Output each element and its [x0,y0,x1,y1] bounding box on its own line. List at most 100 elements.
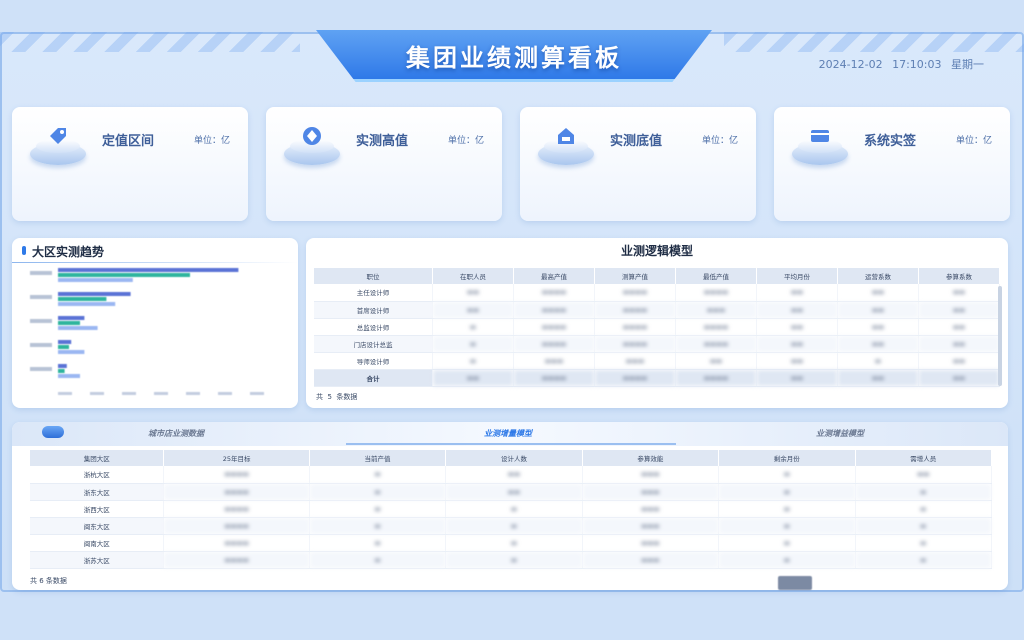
column-header[interactable]: 平均月份 [756,268,838,284]
masked-cell: ▬▬▬▬ [594,335,676,353]
table-row[interactable]: 浙杭大区 ▬▬▬▬ ▬ ▬▬ ▬▬▬ ▬ ▬▬ [30,466,992,484]
axis-tick-label [218,392,232,395]
column-header[interactable]: 最高产值 [513,268,595,284]
card-icon [808,125,832,147]
bar [58,321,80,325]
table-row[interactable]: 浙东大区 ▬▬▬▬ ▬ ▬▬ ▬▬▬ ▬ ▬ [30,483,992,501]
masked-cell: ▬▬▬ [582,466,720,484]
kpi-card-signed: 系统实签 单位：亿 [774,107,1010,221]
tag-icon [46,125,70,147]
masked-cell: ▬▬▬▬ [513,318,595,336]
role-cell: 总监设计师 [314,318,433,336]
bar [58,340,72,344]
date-text: 2024-12-02 [818,58,883,71]
column-header[interactable]: 25年目标 [163,450,310,466]
kpi-pedestal [792,130,848,167]
tab-increment-model[interactable]: 业测增量模型 [484,428,532,439]
table-row[interactable]: 闽东大区 ▬▬▬▬ ▬ ▬ ▬▬▬ ▬ ▬ [30,517,992,535]
masked-cell: ▬▬ [855,466,992,484]
pill-icon [42,426,64,438]
column-header[interactable]: 在职人员 [432,268,514,284]
column-header[interactable]: 参算系数 [918,268,1000,284]
column-header[interactable]: 剩余月份 [718,450,856,466]
column-header[interactable]: 设计人数 [445,450,583,466]
column-header[interactable]: 测算产值 [594,268,676,284]
masked-cell: ▬▬ [432,284,514,302]
masked-cell: ▬ [445,534,583,552]
total-row: 合计 ▬▬ ▬▬▬▬ ▬▬▬▬ ▬▬▬▬ ▬▬ ▬▬ ▬▬ [314,369,1000,387]
bar [58,369,65,373]
vertical-scrollbar[interactable] [998,286,1002,386]
masked-cell: ▬▬▬ [582,517,720,535]
logic-model-table: 职位 在职人员 最高产值 测算产值 最低产值 平均月份 运营系数 参算系数 主任… [314,268,1000,387]
tab-city-store-data[interactable]: 城市店业测数据 [148,428,204,439]
masked-cell: ▬▬ [918,352,1000,370]
axis-tick-label [90,392,104,395]
table-row[interactable]: 总监设计师 ▬ ▬▬▬▬ ▬▬▬▬ ▬▬▬▬ ▬▬ ▬▬ ▬▬ [314,318,1000,336]
bar [58,297,107,301]
pagination-button[interactable] [778,576,812,590]
bar [58,302,116,306]
masked-cell: ▬▬▬▬ [675,284,757,302]
datetime-display: 2024-12-02 17:10:03 星期一 [813,56,984,72]
column-header[interactable]: 需增人员 [855,450,992,466]
masked-cell: ▬▬ [756,335,838,353]
table-row[interactable]: 导师设计师 ▬ ▬▬▬ ▬▬▬ ▬▬ ▬▬ ▬ ▬▬ [314,352,1000,370]
kpi-label: 实测底值 [610,134,663,149]
column-header[interactable]: 职位 [314,268,433,284]
masked-cell: ▬ [855,534,992,552]
axis-tick-label [58,392,72,395]
masked-cell: ▬ [445,500,583,518]
masked-cell: ▬▬ [918,318,1000,336]
axis-tick-label [154,392,168,395]
masked-cell: ▬▬▬▬ [163,466,310,484]
table-row[interactable]: 首席设计师 ▬▬ ▬▬▬▬ ▬▬▬▬ ▬▬▬ ▬▬ ▬▬ ▬▬ [314,301,1000,319]
masked-cell: ▬▬ [837,318,919,336]
masked-cell: ▬▬ [445,466,583,484]
kpi-unit: 单位：亿 [193,136,230,146]
masked-cell: ▬ [309,517,447,535]
bar [58,268,239,272]
masked-cell: ▬ [432,335,514,353]
table-row[interactable]: 浙西大区 ▬▬▬▬ ▬ ▬ ▬▬▬ ▬ ▬ [30,500,992,518]
column-header[interactable]: 最低产值 [675,268,757,284]
row-count: 共 6 条数据 [30,577,67,585]
masked-cell: ▬ [855,551,992,569]
masked-cell: ▬▬ [837,369,919,387]
header-stripe-right [724,32,1024,52]
column-header[interactable]: 当前产值 [309,450,447,466]
table-row[interactable]: 浙苏大区 ▬▬▬▬ ▬ ▬ ▬▬▬ ▬ ▬ [30,551,992,569]
category-tick-label [30,295,52,299]
kpi-unit: 单位：亿 [701,136,738,146]
kpi-label: 实测高值 [356,134,409,149]
count-prefix: 共 [316,393,323,401]
region-cell: 浙西大区 [30,500,165,518]
logic-model-title: 业测逻辑模型 [620,244,693,258]
bottom-panel: 城市店业测数据 业测增量模型 业测增益模型 集团大区 25年目标 当前产值 设计… [12,422,1008,590]
region-cell: 浙苏大区 [30,551,165,569]
table-row[interactable]: 闽南大区 ▬▬▬▬ ▬ ▬ ▬▬▬ ▬ ▬ [30,534,992,552]
masked-cell: ▬ [718,534,856,552]
table-row[interactable]: 门店设计总监 ▬ ▬▬▬▬ ▬▬▬▬ ▬▬▬▬ ▬▬ ▬▬ ▬▬ [314,335,1000,353]
masked-cell: ▬▬▬▬ [163,534,310,552]
total-label: 合计 [314,369,433,387]
masked-cell: ▬▬▬▬ [163,517,310,535]
masked-cell: ▬▬ [837,335,919,353]
masked-cell: ▬ [309,500,447,518]
masked-cell: ▬▬▬▬ [513,335,595,353]
masked-cell: ▬▬▬ [582,500,720,518]
column-header[interactable]: 参算效能 [582,450,720,466]
header-stripe-left [0,32,300,52]
masked-cell: ▬ [718,500,856,518]
table-row[interactable]: 主任设计师 ▬▬ ▬▬▬▬ ▬▬▬▬ ▬▬▬▬ ▬▬ ▬▬ ▬▬ [314,284,1000,302]
column-header[interactable]: 运营系数 [837,268,919,284]
diamond-icon [300,125,324,147]
masked-cell: ▬▬ [445,483,583,501]
tab-gain-model[interactable]: 业测增益模型 [816,428,864,439]
bar [58,278,133,282]
bar [58,273,190,277]
column-header[interactable]: 集团大区 [30,450,165,466]
bar [58,316,85,320]
region-cell: 浙杭大区 [30,466,165,484]
trend-bar-chart [30,268,264,395]
